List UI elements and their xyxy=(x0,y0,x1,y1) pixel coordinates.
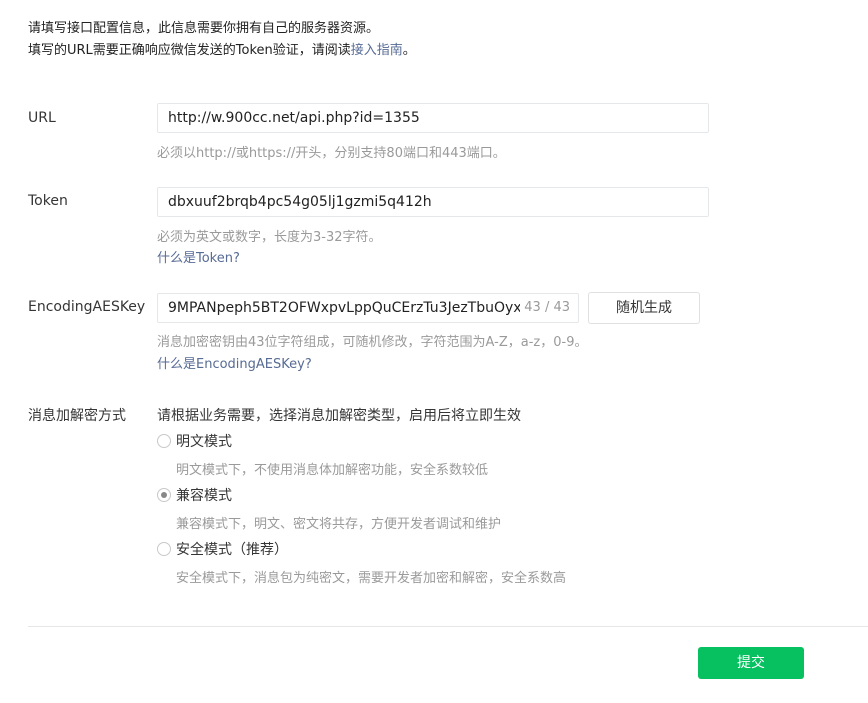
radio-circle-icon[interactable] xyxy=(157,434,171,448)
safe-mode-description: 安全模式下，消息包为纯密文，需要开发者加密和解密，安全系数高 xyxy=(176,571,567,586)
radio-label: 安全模式（推荐） xyxy=(176,542,288,558)
url-hint: 必须以http://或https://开头，分别支持80端口和443端口。 xyxy=(157,146,506,161)
aes-key-hint: 消息加密密钥由43位字符组成，可随机修改，字符范围为A-Z，a-z，0-9。 xyxy=(157,335,588,350)
intro-line-1: 请填写接口配置信息，此信息需要你拥有自己的服务器资源。 xyxy=(28,21,380,36)
radio-plaintext-mode[interactable]: 明文模式 xyxy=(157,432,232,450)
footer-divider xyxy=(28,626,868,627)
radio-safe-mode[interactable]: 安全模式（推荐） xyxy=(157,540,288,558)
aes-key-input[interactable]: 9MPANpeph5BT2OFWxpvLppQuCErzTu3JezTbuOyx… xyxy=(157,293,579,323)
radio-label: 兼容模式 xyxy=(176,488,232,504)
what-is-token-link[interactable]: 什么是Token? xyxy=(157,247,240,266)
url-label: URL xyxy=(28,110,56,126)
submit-button[interactable]: 提交 xyxy=(698,647,804,679)
intro-text: 请填写接口配置信息，此信息需要你拥有自己的服务器资源。 填写的URL需要正确响应… xyxy=(28,18,416,62)
radio-circle-icon[interactable] xyxy=(157,542,171,556)
intro-line-2-suffix: 。 xyxy=(402,43,416,58)
radio-checked-icon[interactable] xyxy=(157,488,171,502)
plaintext-mode-description: 明文模式下，不使用消息体加解密功能，安全系数较低 xyxy=(176,463,489,478)
access-guide-link[interactable]: 接入指南 xyxy=(351,43,403,58)
aes-key-label: EncodingAESKey xyxy=(28,299,146,315)
token-label: Token xyxy=(28,193,68,209)
encryption-instruction: 请根据业务需要，选择消息加解密类型，启用后将立即生效 xyxy=(157,408,521,424)
intro-line-2: 填写的URL需要正确响应微信发送的Token验证，请阅读接入指南。 xyxy=(28,40,416,62)
compatible-mode-description: 兼容模式下，明文、密文将共存，方便开发者调试和维护 xyxy=(176,517,502,532)
encryption-mode-label: 消息加解密方式 xyxy=(28,408,126,424)
intro-line-2-prefix: 填写的URL需要正确响应微信发送的Token验证，请阅读 xyxy=(28,43,351,58)
aes-key-value: 9MPANpeph5BT2OFWxpvLppQuCErzTu3JezTbuOyx… xyxy=(168,300,530,316)
url-input[interactable]: http://w.900cc.net/api.php?id=1355 xyxy=(157,103,709,133)
random-generate-button[interactable]: 随机生成 xyxy=(588,292,700,324)
token-input[interactable]: dbxuuf2brqb4pc54g05lj1gzmi5q412h xyxy=(157,187,709,217)
token-hint: 必须为英文或数字，长度为3-32字符。 xyxy=(157,230,382,245)
radio-label: 明文模式 xyxy=(176,434,232,450)
what-is-aes-key-link[interactable]: 什么是EncodingAESKey? xyxy=(157,353,312,372)
aes-key-counter: 43 / 43 xyxy=(520,294,570,322)
radio-compatible-mode[interactable]: 兼容模式 xyxy=(157,486,232,504)
